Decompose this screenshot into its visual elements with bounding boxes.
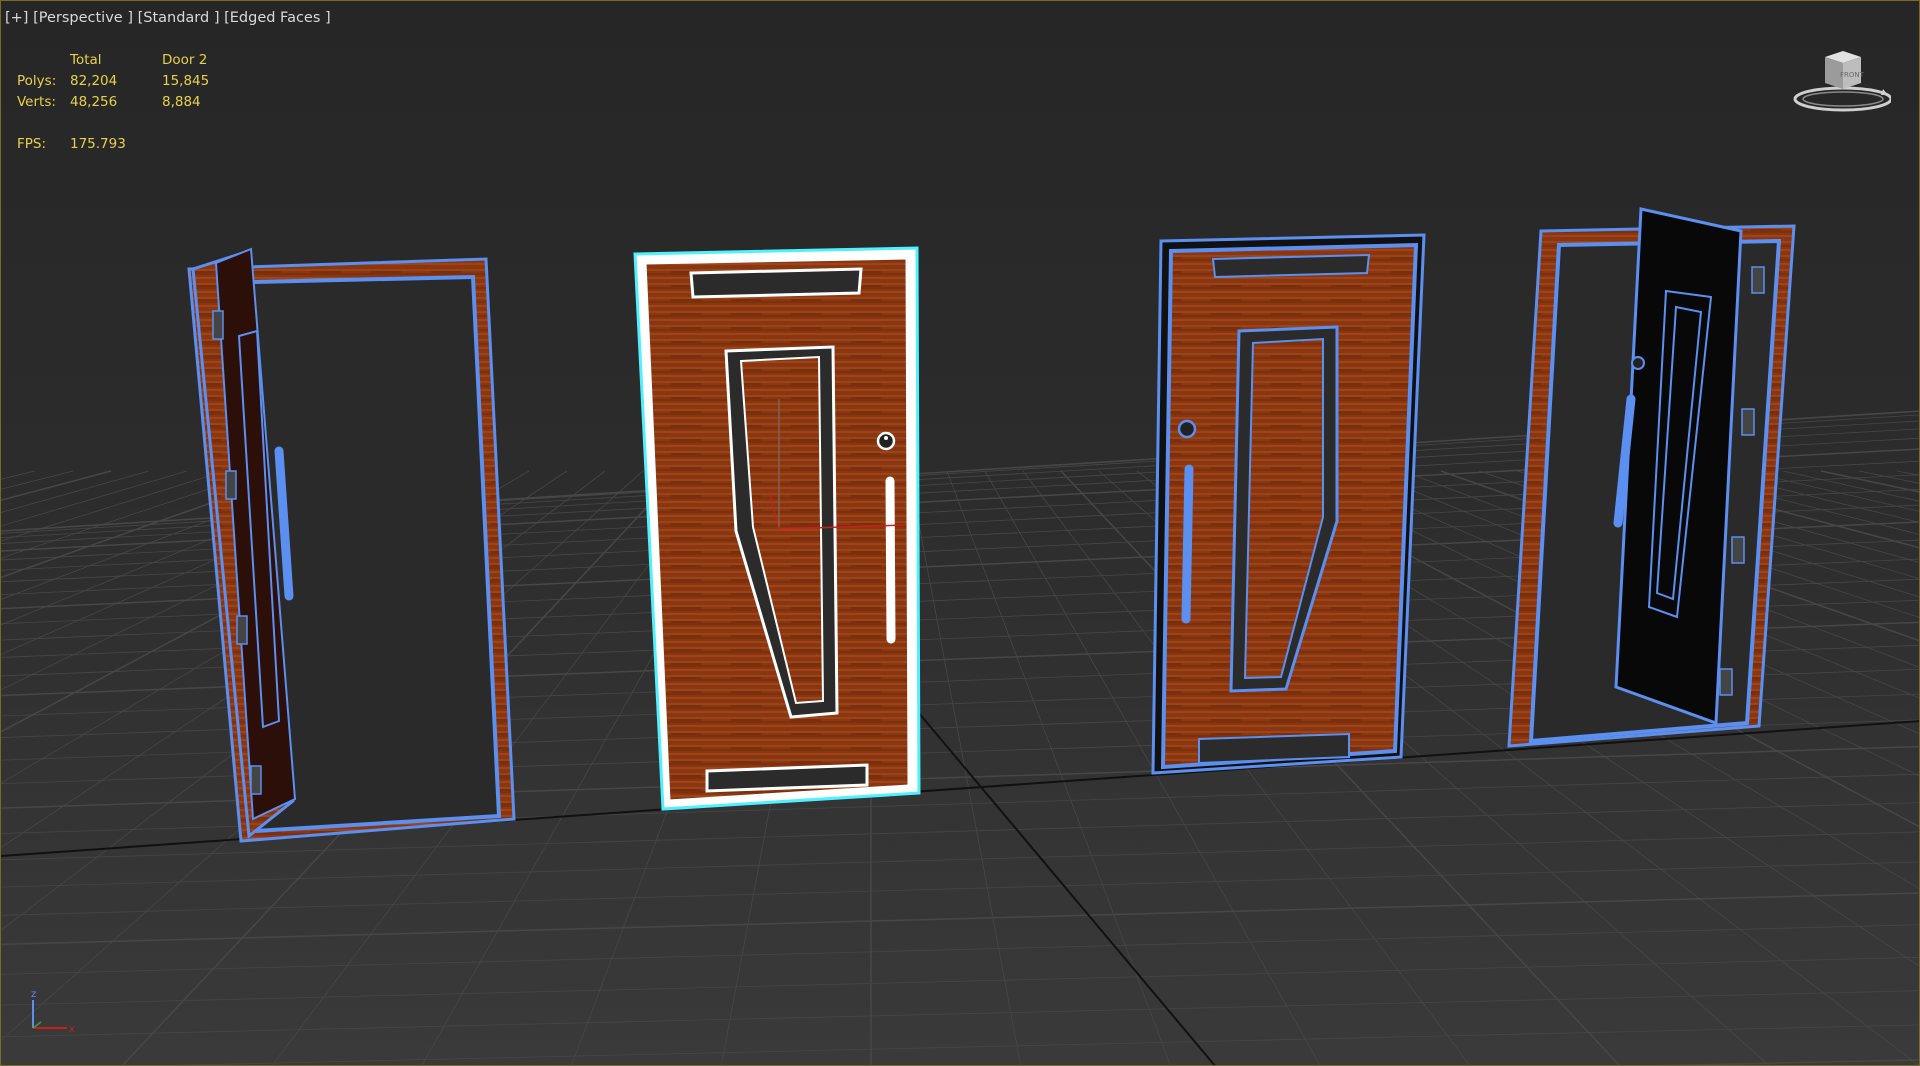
stats-verts-total: 48,256 — [70, 94, 118, 110]
viewcube[interactable]: FRONT — [1791, 45, 1891, 125]
stats-fps-label: FPS: — [17, 136, 47, 152]
door-1-hinge — [212, 310, 224, 340]
door-2-lock-keyhole — [884, 436, 888, 440]
door-4-object[interactable] — [1507, 207, 1796, 748]
door-2-bottom-inset — [705, 763, 869, 793]
door-1-hinge — [225, 470, 237, 500]
viewcube-face-label: FRONT — [1840, 71, 1865, 79]
stats-col-total: Total — [70, 52, 102, 68]
stats-polys-selected: 15,845 — [162, 73, 210, 89]
door-3-lock-icon — [1177, 419, 1197, 439]
viewport-general-menu[interactable]: [+] — [5, 10, 28, 26]
perspective-viewport[interactable]: [+] [Perspective ] [Standard ] [Edged Fa… — [0, 0, 1920, 1066]
door-3-object[interactable] — [1151, 233, 1426, 775]
stats-verts-label: Verts: — [17, 94, 56, 110]
viewport-label-menu: [+] [Perspective ] [Standard ] [Edged Fa… — [5, 10, 331, 26]
door-1-hinge — [250, 765, 262, 795]
door-3-handle — [1181, 464, 1194, 624]
door-3-bottom-inset — [1198, 732, 1350, 765]
stats-polys-total: 82,204 — [70, 73, 118, 89]
door-4-hinge — [1719, 668, 1733, 696]
viewport-point-of-view-menu[interactable]: [Perspective ] — [33, 10, 133, 26]
door-4-hinge — [1751, 266, 1765, 294]
viewport-shading-menu[interactable]: [Standard ] — [138, 10, 220, 26]
door-2-top-inset — [689, 267, 863, 299]
viewcube-rotate-arrow-icon[interactable] — [1881, 89, 1888, 95]
door-3-top-inset — [1211, 253, 1371, 279]
door-2-handle — [885, 476, 896, 644]
stats-verts-selected: 8,884 — [162, 94, 201, 110]
axis-tripod: z x — [31, 989, 75, 1035]
viewport-edged-faces-menu[interactable]: [Edged Faces ] — [224, 10, 331, 26]
door-2-lock-icon — [876, 431, 896, 451]
scene-canvas[interactable] — [1, 1, 1920, 1066]
door-1-object[interactable] — [187, 247, 516, 843]
door-4-hinge — [1741, 408, 1755, 436]
door-1-hinge — [236, 615, 248, 645]
door-2-object[interactable] — [633, 246, 921, 811]
axis-z-label: z — [31, 989, 36, 1000]
door-4-hinge — [1731, 536, 1745, 564]
stats-polys-label: Polys: — [17, 73, 57, 89]
axis-x-label: x — [69, 1024, 75, 1035]
stats-fps-value: 175.793 — [70, 136, 126, 152]
viewcube-compass-inner — [1802, 91, 1884, 107]
stats-col-selected: Door 2 — [162, 52, 208, 68]
door-4-lock-icon — [1631, 356, 1645, 370]
